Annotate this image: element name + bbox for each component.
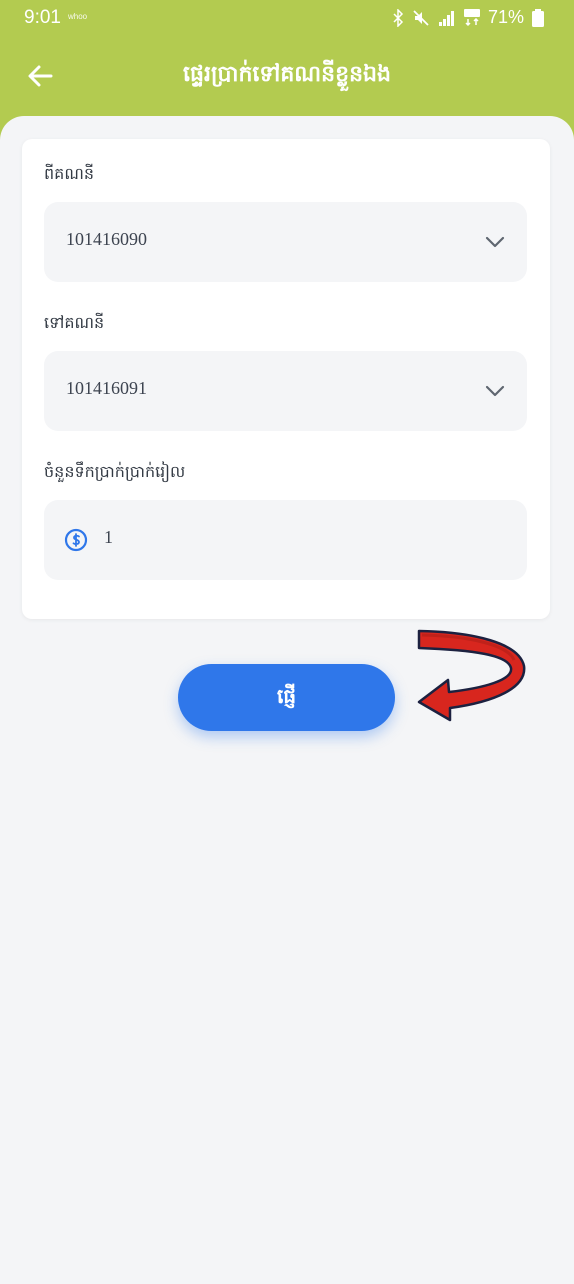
transfer-form-card: ពីគណនី 101416090 ទៅគណនី 101416091 ចំនួនទ…	[22, 139, 550, 619]
status-bar: 9:01 whoo 71%	[0, 0, 574, 38]
network-4g-icon	[463, 8, 480, 27]
amount-input[interactable]: 1	[44, 500, 527, 580]
battery-icon	[532, 8, 544, 27]
currency-icon	[64, 528, 88, 552]
bluetooth-icon	[392, 8, 404, 27]
from-account-value: 101416090	[66, 229, 147, 249]
amount-label: ចំនួនទឹកប្រាក់ប្រាក់រៀល	[44, 462, 186, 481]
page-title: ផ្ទេរប្រាក់ទៅគណនីខ្លួនឯង	[183, 62, 391, 87]
battery-text: 71%	[487, 7, 524, 27]
app-header: ផ្ទេរប្រាក់ទៅគណនីខ្លួនឯង	[0, 38, 574, 118]
to-account-value: 101416091	[66, 378, 147, 398]
curved-arrow-annotation-icon	[417, 629, 526, 722]
to-account-label: ទៅគណនី	[44, 313, 105, 332]
status-time: 9:01	[24, 7, 61, 28]
send-button[interactable]: ផ្ញើ	[178, 664, 395, 731]
from-account-label: ពីគណនី	[44, 164, 94, 183]
signal-icon	[438, 10, 456, 26]
status-icons: 71%	[392, 7, 544, 28]
carrier-badge: whoo	[68, 12, 88, 21]
to-account-select[interactable]: 101416091	[44, 351, 527, 431]
amount-value: 1	[104, 527, 113, 547]
chevron-down-icon	[485, 236, 505, 248]
chevron-down-icon	[485, 385, 505, 397]
from-account-select[interactable]: 101416090	[44, 202, 527, 282]
mute-icon	[412, 9, 430, 27]
